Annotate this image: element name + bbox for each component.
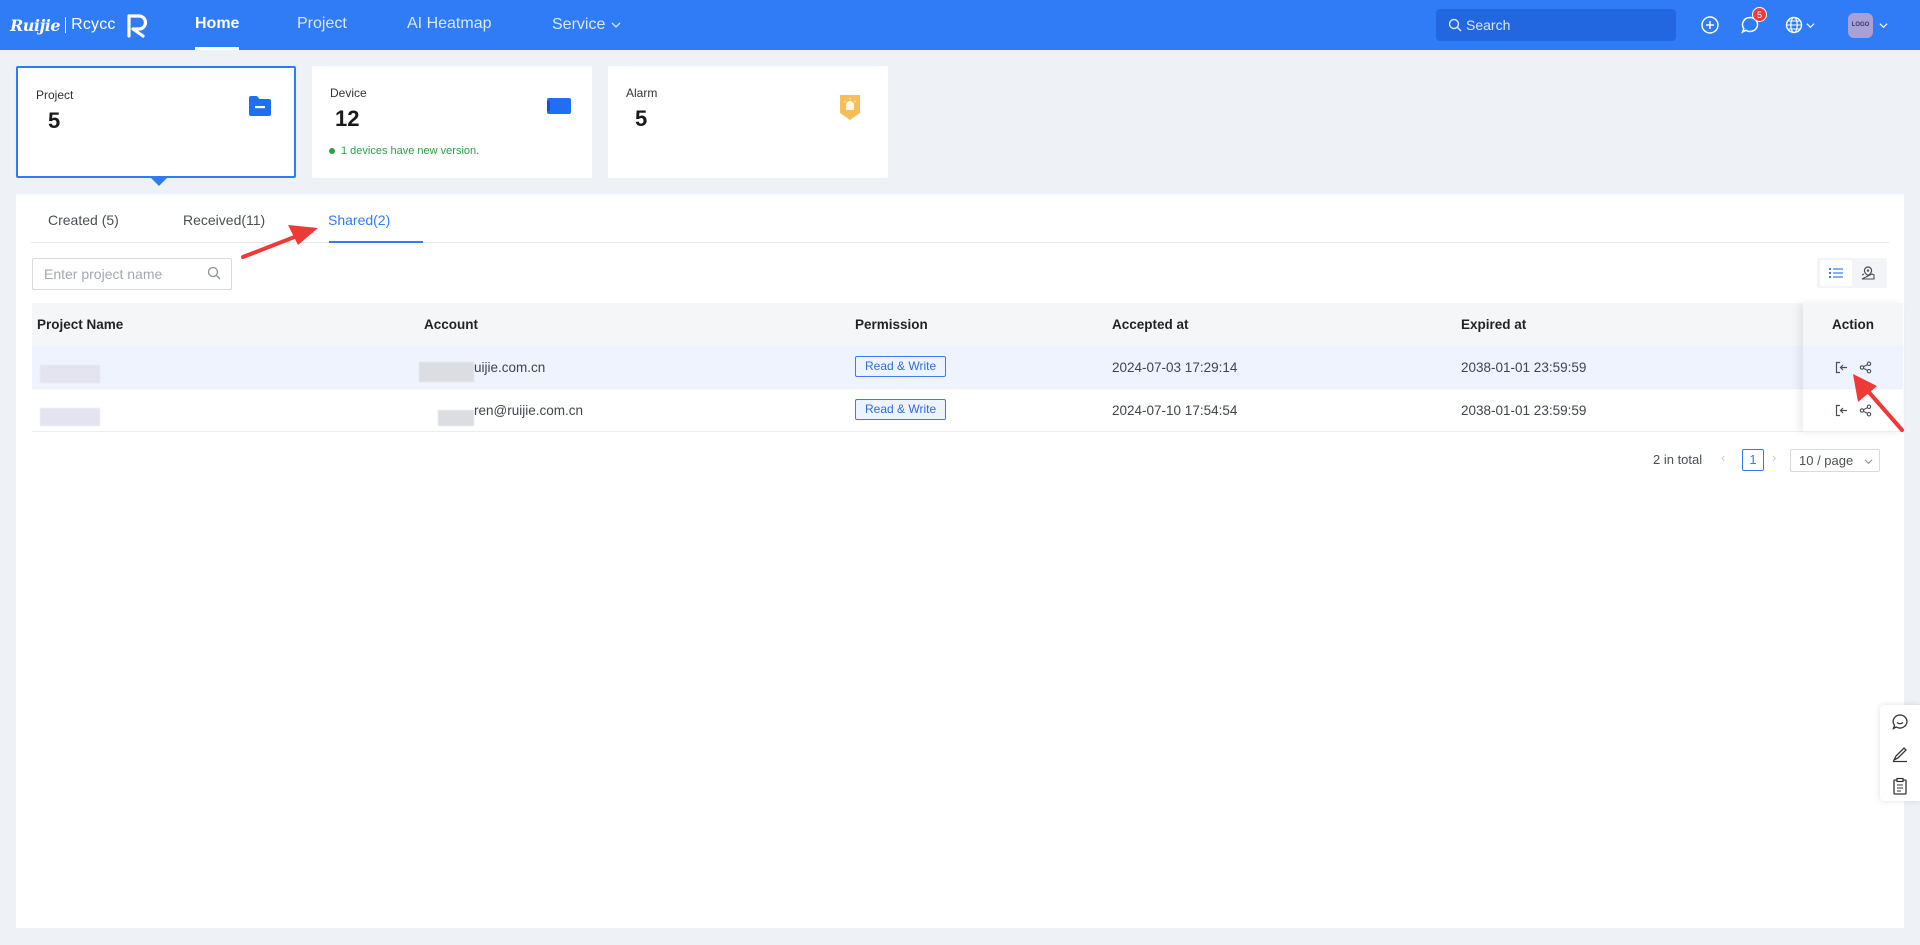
page-size-select[interactable]: 10 / page <box>1790 449 1880 472</box>
view-mode-toggle <box>1817 258 1887 288</box>
device-icon <box>547 98 571 114</box>
column-header-accepted-at: Accepted at <box>1112 317 1189 332</box>
share-icon[interactable] <box>1858 403 1872 417</box>
pagination-prev-icon[interactable]: ‹ <box>1721 450 1725 465</box>
logo-separator <box>65 17 67 33</box>
pagination-page-button[interactable]: 1 <box>1742 449 1764 471</box>
chevron-down-icon <box>1806 22 1815 28</box>
expired-at-cell: 2038-01-01 23:59:59 <box>1461 403 1587 418</box>
search-placeholder: Search <box>1466 17 1511 33</box>
exit-share-icon[interactable] <box>1834 403 1848 417</box>
logo-product-text: Rcycc <box>71 16 116 33</box>
list-view-button[interactable] <box>1820 260 1852 286</box>
alarm-summary-card[interactable]: Alarm 5 <box>608 66 888 178</box>
table-row[interactable]: ren@ruijie.com.cn Read & Write 2024-07-1… <box>32 389 1888 432</box>
action-row <box>1803 346 1903 389</box>
status-dot <box>329 148 335 154</box>
map-view-button[interactable] <box>1852 260 1884 286</box>
top-navigation-bar: Ruijie Rcycc Home Project AI Heatmap Ser… <box>0 0 1920 50</box>
projects-panel: Created (5) Received(11) Shared(2) Enter… <box>16 194 1904 928</box>
card-value: 5 <box>635 106 648 131</box>
card-value: 12 <box>335 106 360 131</box>
pagination-total: 2 in total <box>1653 452 1703 467</box>
chevron-down-icon <box>1864 459 1873 465</box>
column-header-project-name: Project Name <box>37 317 124 332</box>
user-avatar[interactable]: LOGO <box>1848 13 1873 38</box>
table-header: Project Name Account Permission Accepted… <box>32 303 1888 346</box>
table-row[interactable]: uijie.com.cn Read & Write 2024-07-03 17:… <box>32 346 1888 389</box>
globe-icon <box>1785 16 1803 34</box>
map-pin-icon <box>1861 266 1875 280</box>
accepted-at-cell: 2024-07-03 17:29:14 <box>1112 360 1238 375</box>
card-value: 5 <box>48 108 61 133</box>
project-search-placeholder: Enter project name <box>44 266 163 282</box>
search-icon[interactable] <box>207 266 221 280</box>
column-header-permission: Permission <box>855 317 928 332</box>
column-header-expired-at: Expired at <box>1461 317 1527 332</box>
message-count-badge: 5 <box>1752 7 1767 22</box>
add-icon[interactable] <box>1699 14 1721 36</box>
page-size-value: 10 / page <box>1799 453 1854 468</box>
column-header-action: Action <box>1803 303 1903 346</box>
logo-mark-icon <box>127 14 147 38</box>
redacted-project-name <box>40 408 100 426</box>
permission-tag: Read & Write <box>855 399 947 420</box>
nav-home[interactable]: Home <box>195 0 239 50</box>
column-header-account: Account <box>424 317 478 332</box>
clipboard-icon[interactable] <box>1891 777 1909 795</box>
project-summary-card[interactable]: Project 5 <box>16 66 296 178</box>
device-update-note[interactable]: 1 devices have new version. <box>329 145 479 157</box>
selected-card-pointer <box>151 178 167 186</box>
logo-brand-text: Ruijie <box>10 15 61 35</box>
tab-received[interactable]: Received(11) <box>183 212 265 228</box>
share-icon[interactable] <box>1858 360 1872 374</box>
chevron-down-icon[interactable] <box>1879 21 1888 30</box>
redacted-account-prefix <box>438 410 474 426</box>
card-label: Project <box>36 88 74 102</box>
project-tabs: Created (5) Received(11) Shared(2) <box>31 194 1889 243</box>
account-cell: uijie.com.cn <box>474 360 546 375</box>
pagination-next-icon[interactable]: › <box>1772 450 1776 465</box>
search-icon <box>1448 18 1462 32</box>
chat-support-icon[interactable] <box>1891 713 1909 731</box>
action-column: Action <box>1803 303 1903 432</box>
app-logo[interactable]: Ruijie Rcycc <box>10 12 150 38</box>
action-row <box>1803 389 1903 432</box>
expired-at-cell: 2038-01-01 23:59:59 <box>1461 360 1587 375</box>
permission-tag: Read & Write <box>855 356 947 377</box>
chevron-down-icon <box>611 22 621 28</box>
feedback-edit-icon[interactable] <box>1891 745 1909 763</box>
tab-shared[interactable]: Shared(2) <box>328 212 390 228</box>
redacted-account-prefix <box>419 362 474 382</box>
card-label: Device <box>330 86 367 100</box>
global-search-input[interactable]: Search <box>1436 9 1676 41</box>
accepted-at-cell: 2024-07-10 17:54:54 <box>1112 403 1238 418</box>
list-icon <box>1829 268 1843 278</box>
alarm-icon <box>840 95 860 120</box>
exit-share-icon[interactable] <box>1834 360 1848 374</box>
floating-side-toolbar <box>1880 705 1920 801</box>
redacted-project-name <box>40 365 100 383</box>
nav-service[interactable]: Service <box>552 0 621 50</box>
language-selector[interactable] <box>1783 14 1817 36</box>
project-name-search-input[interactable]: Enter project name <box>32 258 232 290</box>
tab-created[interactable]: Created (5) <box>48 212 119 228</box>
device-update-text: 1 devices have new version. <box>341 145 480 157</box>
folder-icon <box>249 96 271 116</box>
nav-service-label: Service <box>552 16 606 33</box>
nav-project[interactable]: Project <box>297 0 347 50</box>
card-label: Alarm <box>626 86 658 100</box>
account-cell: ren@ruijie.com.cn <box>474 403 583 418</box>
active-tab-indicator <box>329 241 423 243</box>
nav-ai-heatmap[interactable]: AI Heatmap <box>407 0 491 50</box>
device-summary-card[interactable]: Device 12 1 devices have new version. <box>312 66 592 178</box>
